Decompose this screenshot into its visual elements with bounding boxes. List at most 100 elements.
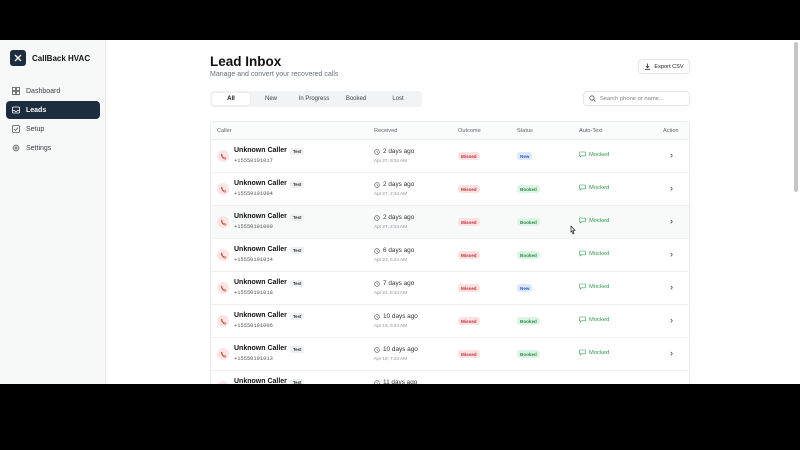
leads-table: Caller Received Outcome Status Auto-Text…: [210, 121, 690, 384]
clock-icon: [374, 181, 380, 188]
header-action: Action: [663, 128, 679, 134]
sidebar-item-dashboard[interactable]: Dashboard: [6, 82, 100, 100]
received-relative-text: 10 days ago: [383, 313, 418, 320]
row-open-chevron-icon[interactable]: ›: [670, 216, 673, 226]
test-badge: Test: [290, 346, 305, 353]
header-autotext: Auto-Text: [579, 128, 603, 134]
received-relative: 6 days ago: [374, 247, 414, 254]
caller-phone: +15550101006: [234, 323, 273, 329]
autotext-status: Mocked: [579, 250, 609, 257]
caller-name: Unknown Caller: [234, 180, 287, 187]
sidebar-item-setup[interactable]: Setup: [6, 120, 100, 138]
outcome-badge: Missed: [458, 152, 480, 160]
received-date: Apr 19, 7:34 AM: [374, 356, 407, 361]
received-relative: 7 days ago: [374, 280, 414, 287]
outcome-badge: Missed: [458, 185, 480, 193]
tab-new[interactable]: New: [250, 93, 292, 105]
search-box[interactable]: [583, 91, 690, 106]
received-relative-text: 7 days ago: [383, 280, 415, 287]
table-row[interactable]: Unknown Caller Test 11 days ago: [211, 371, 689, 384]
message-icon: [579, 283, 586, 290]
sidebar-item-settings[interactable]: Settings: [6, 139, 100, 157]
page-subtitle: Manage and convert your recovered calls: [210, 71, 339, 78]
status-badge: New: [517, 284, 533, 292]
caller-name: Unknown Caller: [234, 246, 287, 253]
table-row[interactable]: Unknown Caller Test +15550101014 6 days ago…: [211, 239, 689, 272]
test-badge: Test: [290, 214, 305, 221]
status-badge: Booked: [517, 350, 540, 358]
sidebar-item-leads[interactable]: Leads: [6, 101, 100, 119]
outcome-badge: Missed: [458, 284, 480, 292]
tab-in-progress[interactable]: In Progress: [292, 93, 336, 105]
phone-missed-icon: [217, 150, 229, 162]
message-icon: [579, 250, 586, 257]
status-badge: Booked: [517, 317, 540, 325]
page-scrollbar[interactable]: [794, 42, 798, 192]
table-row[interactable]: Unknown Caller Test +15550101017 2 days ago…: [211, 140, 689, 173]
table-row[interactable]: Unknown Caller Test +15550101006 10 days ag…: [211, 305, 689, 338]
caller-phone: +15550101017: [234, 158, 273, 164]
autotext-label: Mocked: [589, 184, 610, 191]
phone-missed-icon: [217, 216, 229, 228]
status-badge: Booked: [517, 251, 540, 259]
autotext-label: Mocked: [589, 316, 610, 323]
table-row[interactable]: Unknown Caller Test +15550101013 10 days ag…: [211, 338, 689, 371]
received-relative-text: 10 days ago: [383, 346, 418, 353]
clock-icon: [374, 280, 380, 287]
search-icon: [589, 95, 596, 102]
clock-icon: [374, 313, 380, 320]
sidebar-item-label: Dashboard: [26, 87, 61, 95]
autotext-status: Mocked: [579, 349, 609, 356]
status-badge: Booked: [517, 185, 540, 193]
clock-icon: [374, 346, 380, 353]
row-open-chevron-icon[interactable]: ›: [670, 348, 673, 358]
received-relative: 2 days ago: [374, 181, 414, 188]
status-badge: Booked: [517, 218, 540, 226]
row-open-chevron-icon[interactable]: ›: [670, 150, 673, 160]
clock-icon: [374, 214, 380, 221]
autotext-label: Mocked: [589, 349, 610, 356]
received-date: Apr 22, 8:34 AM: [374, 290, 407, 295]
inbox-icon: [12, 106, 20, 114]
test-badge: Test: [290, 148, 305, 155]
caller-phone: +15550101018: [234, 290, 273, 296]
autotext-status: Mocked: [579, 283, 609, 290]
search-input[interactable]: [599, 95, 689, 102]
message-icon: [579, 184, 586, 191]
brand[interactable]: CallBack HVAC: [10, 50, 90, 66]
autotext-status: Mocked: [579, 184, 609, 191]
autotext-status: Mocked: [579, 151, 609, 158]
message-icon: [579, 217, 586, 224]
header-status: Status: [517, 128, 533, 134]
sidebar-nav: Dashboard Leads Setup Settings: [6, 82, 100, 158]
phone-missed-icon: [217, 183, 229, 195]
outcome-badge: Missed: [458, 350, 480, 358]
phone-missed-icon: [217, 381, 229, 384]
table-row[interactable]: Unknown Caller Test +15550101009 2 days ago…: [211, 206, 689, 239]
table-header: Caller Received Outcome Status Auto-Text…: [211, 122, 689, 140]
header-caller: Caller: [217, 128, 232, 134]
main-content: Lead Inbox Manage and convert your recov…: [106, 40, 800, 384]
row-open-chevron-icon[interactable]: ›: [670, 249, 673, 259]
phone-missed-icon: [217, 348, 229, 360]
caller-name: Unknown Caller: [234, 345, 287, 352]
row-open-chevron-icon[interactable]: ›: [670, 282, 673, 292]
clock-icon: [374, 148, 380, 155]
message-icon: [579, 349, 586, 356]
export-csv-button[interactable]: Export CSV: [638, 59, 690, 74]
tab-lost[interactable]: Lost: [376, 93, 420, 105]
received-relative-text: 11 days ago: [383, 379, 418, 384]
checkbox-icon: [12, 125, 20, 133]
received-relative: 2 days ago: [374, 148, 414, 155]
row-open-chevron-icon[interactable]: ›: [670, 315, 673, 325]
table-row[interactable]: Unknown Caller Test +15550101004 2 days ago…: [211, 173, 689, 206]
row-open-chevron-icon[interactable]: ›: [670, 183, 673, 193]
table-row[interactable]: Unknown Caller Test +15550101018 7 days ago…: [211, 272, 689, 305]
received-relative: 11 days ago: [374, 379, 417, 384]
caller-name: Unknown Caller: [234, 213, 287, 220]
autotext-status: Mocked: [579, 217, 609, 224]
received-relative-text: 2 days ago: [383, 214, 415, 221]
tab-all[interactable]: All: [212, 93, 250, 105]
test-badge: Test: [290, 280, 305, 287]
tab-booked[interactable]: Booked: [336, 93, 376, 105]
